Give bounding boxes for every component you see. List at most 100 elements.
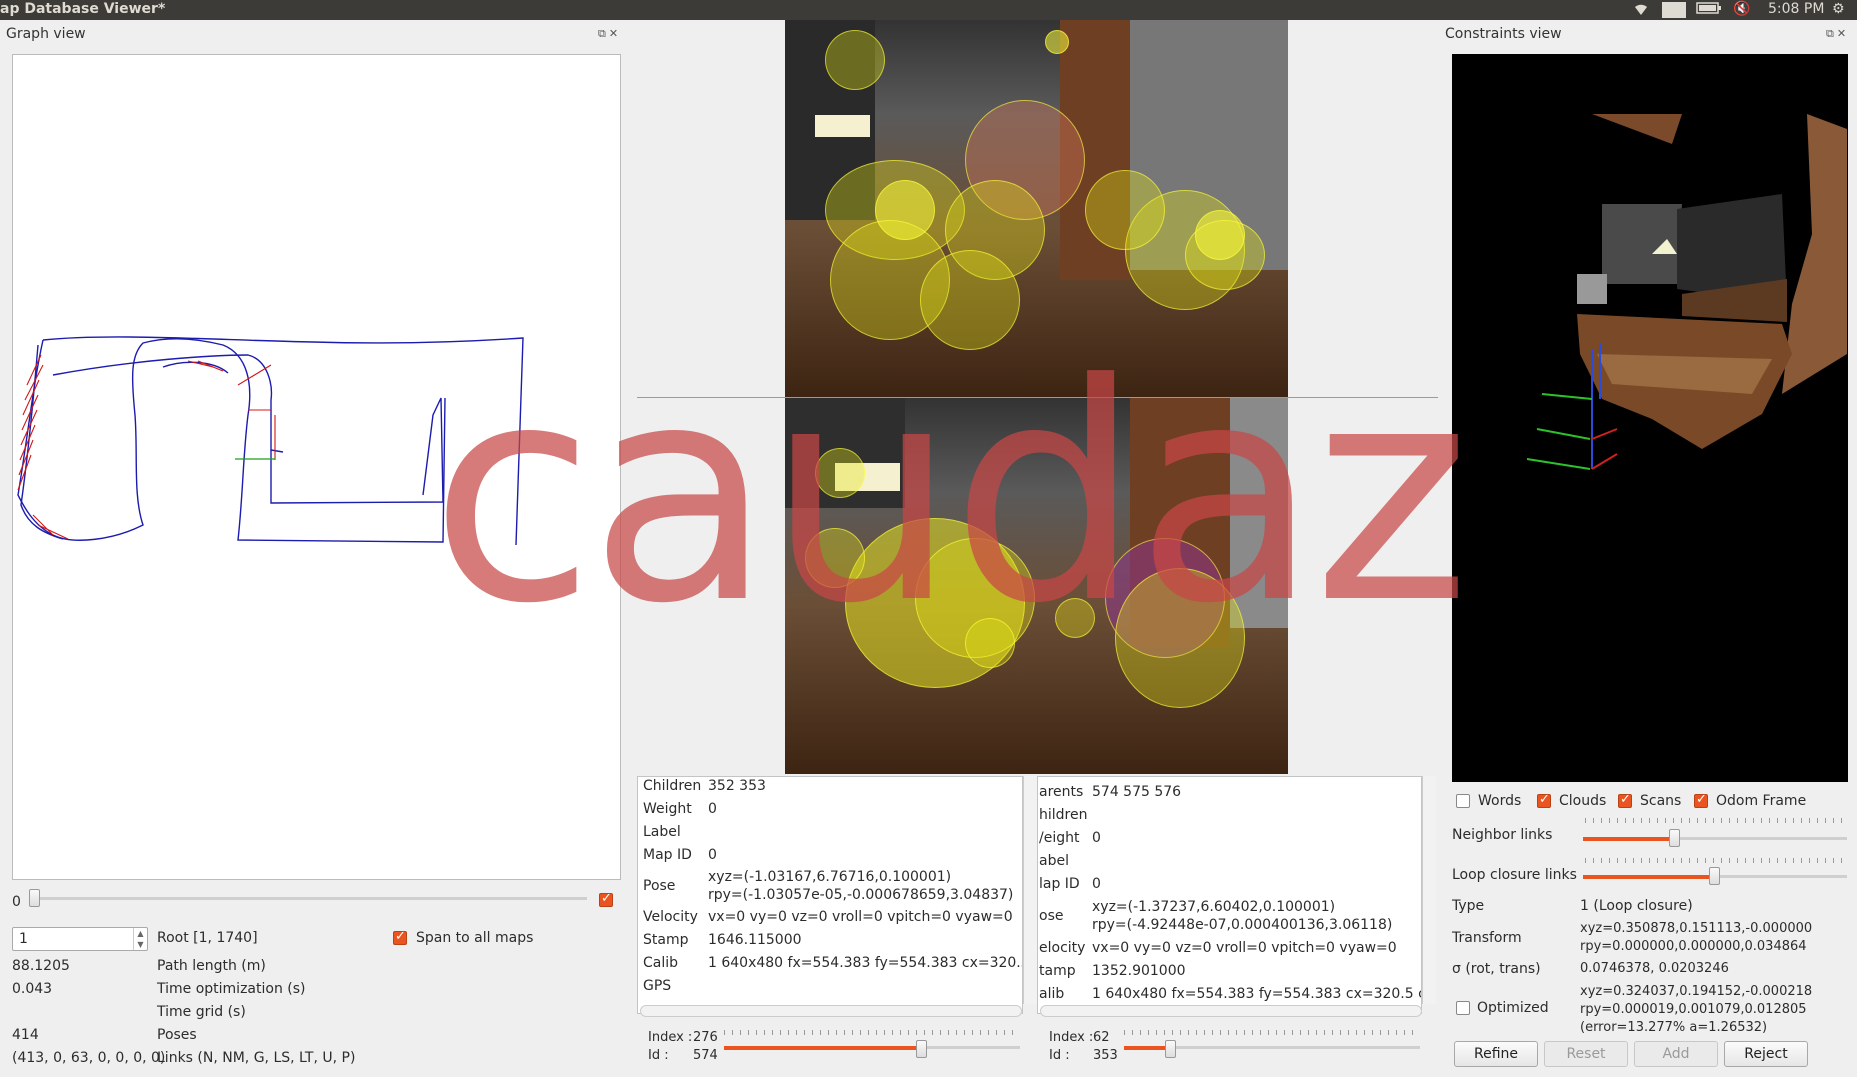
graph-slider-handle[interactable] [29,889,40,907]
map-id-spinbox[interactable]: 1 ▲ ▼ [12,927,148,951]
optimized-xyz: xyz=0.324037,0.194152,-0.000218 [1580,984,1813,999]
reset-button[interactable]: Reset [1544,1041,1628,1067]
span-all-maps-checkbox[interactable] [393,929,407,945]
optimized-checkbox[interactable] [1456,1001,1470,1015]
constraints-view-title: Constraints view [1445,26,1562,42]
spinbox-value: 1 [19,931,28,947]
neighbor-slider-ticks [1585,818,1847,823]
loop-closure-links-label: Loop closure links [1452,867,1577,883]
info-value: 0 [1092,876,1101,892]
wifi-icon[interactable] [1632,1,1650,21]
sigma-value: 0.0746378, 0.0203246 [1580,961,1729,976]
right-info-horizontal-scrollbar[interactable] [1040,1005,1422,1017]
left-index-value: 276 [693,1030,718,1045]
type-value: 1 (Loop closure) [1580,898,1693,914]
loop-slider-handle[interactable] [1709,867,1720,885]
add-button[interactable]: Add [1634,1041,1718,1067]
right-index-slider-fill[interactable] [1124,1046,1170,1050]
refine-button[interactable]: Refine [1454,1041,1538,1067]
left-index-slider-ticks [724,1030,1020,1035]
info-key: Stamp [643,932,689,948]
right-index-slider-handle[interactable] [1165,1040,1176,1058]
info-key: Map ID [643,847,692,863]
clouds-label: Clouds [1559,793,1607,809]
transform-rpy: rpy=0.000000,0.000000,0.034864 [1580,939,1807,954]
loop-slider-track[interactable] [1714,875,1847,878]
scans-label: Scans [1640,793,1682,809]
info-key: arents [1039,784,1084,800]
left-id-label: Id : [648,1048,669,1063]
stat-value: 0.043 [12,981,53,997]
optimized-rpy: rpy=0.000019,0.001079,0.012805 [1580,1002,1807,1017]
info-key: tamp [1039,963,1076,979]
left-index-slider-track[interactable] [920,1046,1020,1049]
constraints-dock-buttons[interactable]: ⧉✕ [1826,27,1849,41]
span-all-maps-label: Span to all maps [416,930,534,946]
graph-slider-track[interactable] [32,897,587,900]
info-key: Calib [643,955,679,971]
left-index-slider-fill[interactable] [724,1046,920,1050]
loop-slider-fill[interactable] [1583,875,1714,879]
sigma-label: σ (rot, trans) [1452,961,1541,977]
left-node-info-pane[interactable]: Children 352 353 Weight 0 Label Map ID 0… [637,776,1023,1014]
info-key: Velocity [643,909,698,925]
info-value: 574 575 576 [1092,784,1182,800]
stat-value: 414 [12,1027,39,1043]
stat-label: Poses [157,1027,197,1043]
info-key: hildren [1039,807,1088,823]
info-value: xyz=(-1.03167,6.76716,0.100001) [708,869,952,885]
neighbor-slider-handle[interactable] [1669,829,1680,847]
volume-muted-icon[interactable]: 🔇 [1733,1,1750,17]
info-key: abel [1039,853,1069,869]
battery-icon[interactable] [1696,1,1722,19]
right-index-slider-track[interactable] [1170,1046,1420,1049]
info-key: elocity [1039,940,1086,956]
clock[interactable]: 5:08 PM [1768,1,1824,17]
stat-label: Time optimization (s) [157,981,306,997]
keyboard-layout-indicator[interactable]: En [1662,2,1686,18]
info-key: lap ID [1039,876,1080,892]
words-checkbox[interactable] [1456,794,1470,808]
stat-label: Links (N, NM, G, LS, LT, U, P) [157,1050,356,1066]
info-value: xyz=(-1.37237,6.60402,0.100001) [1092,899,1336,915]
optimized-label: Optimized [1477,1000,1549,1016]
info-value: vx=0 vy=0 vz=0 vroll=0 vpitch=0 vyaw=0 [1092,940,1397,956]
left-index-slider-handle[interactable] [916,1040,927,1058]
right-info-vertical-scrollbar[interactable] [1422,776,1436,1004]
neighbor-slider-track[interactable] [1674,837,1847,840]
clouds-checkbox[interactable] [1537,792,1551,808]
graph-view-dock-buttons[interactable]: ⧉✕ [598,27,621,41]
loop-slider-ticks [1585,858,1847,863]
left-info-vertical-scrollbar[interactable] [1023,776,1037,1004]
optimized-error: (error=13.277% a=1.26532) [1580,1020,1768,1035]
info-key: Label [643,824,681,840]
gear-icon[interactable]: ⚙ [1832,1,1845,17]
stat-label: Path length (m) [157,958,266,974]
info-value: 0 [1092,830,1101,846]
left-info-horizontal-scrollbar[interactable] [640,1005,1022,1017]
spinbox-arrows[interactable]: ▲ ▼ [133,928,147,950]
window-title: ap Database Viewer* [0,1,166,17]
graph-view-title: Graph view [6,26,86,42]
info-value: vx=0 vy=0 vz=0 vroll=0 vpitch=0 vyaw=0 [708,909,1013,925]
info-value: 1352.901000 [1092,963,1186,979]
reject-button[interactable]: Reject [1724,1041,1808,1067]
info-value: rpy=(-4.92448e-07,0.000400136,3.06118) [1092,917,1393,933]
loop-closure-links [17,354,276,540]
graph-slider-checkbox[interactable] [599,891,613,907]
right-id-label: Id : [1049,1048,1070,1063]
info-key: Children [643,778,702,794]
info-value: 1646.115000 [708,932,802,948]
scans-checkbox[interactable] [1618,792,1632,808]
top-panel: ap Database Viewer* En 🔇 5:08 PM ⚙ [0,0,1857,20]
left-id-value: 574 [693,1048,718,1063]
graph-slider-value: 0 [12,894,21,910]
right-node-info-pane[interactable]: arents 574 575 576 hildren /eight 0 abel… [1037,776,1422,1014]
constraints-3d-view[interactable] [1452,54,1848,782]
info-value: 0 [708,801,717,817]
neighbor-slider-fill[interactable] [1583,837,1674,841]
stat-value: 88.1205 [12,958,70,974]
odom-frame-checkbox[interactable] [1694,792,1708,808]
watermark-text: caudaz [430,320,1471,669]
info-value: rpy=(-1.03057e-05,-0.000678659,3.04837) [708,887,1014,903]
